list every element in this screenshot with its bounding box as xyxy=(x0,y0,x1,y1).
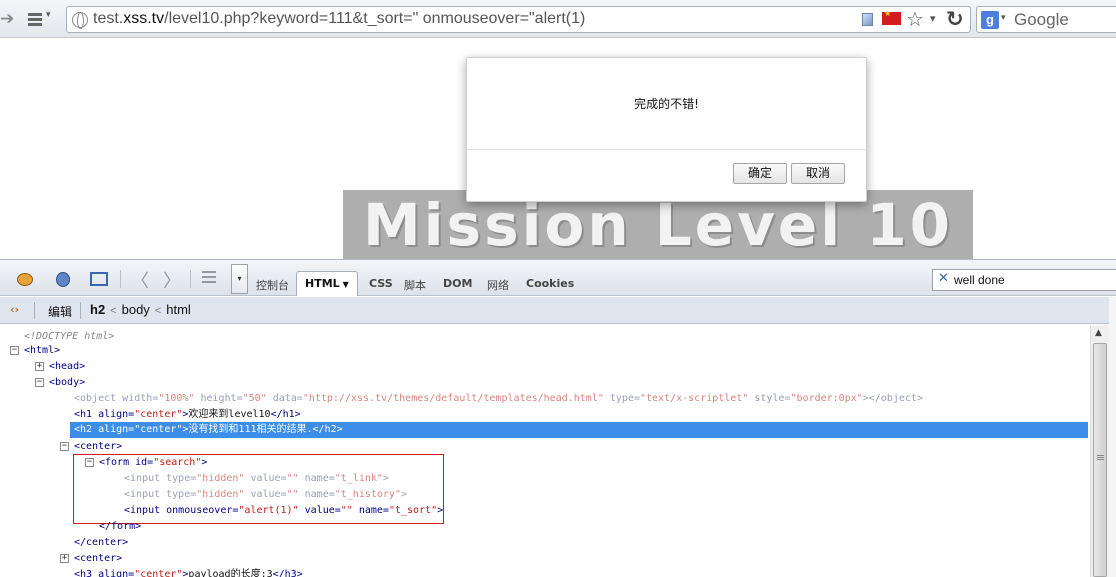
tree-node-center-2[interactable]: <center> xyxy=(74,551,122,567)
firebug-search-input[interactable]: ✕ well done xyxy=(932,269,1116,291)
cancel-button[interactable]: 取消 xyxy=(791,163,845,184)
tab-net[interactable]: 网络 xyxy=(487,277,509,293)
expand-toggle[interactable]: + xyxy=(60,554,69,563)
tree-node-center-close[interactable]: </center> xyxy=(74,535,128,551)
tab-html[interactable]: HTML ▼ xyxy=(296,271,358,296)
apps-button[interactable]: ▾ xyxy=(26,8,58,30)
crumb-html[interactable]: html xyxy=(166,302,191,317)
chevron-down-icon[interactable]: ▾ xyxy=(930,12,936,25)
tree-node-form[interactable]: <form id="search"> xyxy=(99,455,207,471)
tree-node-form-close[interactable]: </form> xyxy=(99,519,141,535)
tab-css[interactable]: CSS xyxy=(369,277,393,290)
url-text[interactable]: test.xss.tv/level10.php?keyword=111&t_so… xyxy=(93,10,585,28)
collapse-toggle[interactable]: − xyxy=(85,458,94,467)
tree-node-h1[interactable]: <h1 align="center">欢迎来到level10</h1> xyxy=(74,407,301,423)
firebug-icon[interactable] xyxy=(14,269,36,289)
grid-icon xyxy=(28,12,42,26)
search-value: well done xyxy=(954,273,1005,287)
extension-cube-icon[interactable] xyxy=(862,13,873,26)
chevron-down-icon: ▼ xyxy=(342,280,349,289)
china-flag-icon[interactable] xyxy=(882,9,901,25)
tab-console[interactable]: 控制台 xyxy=(256,277,289,293)
tab-script[interactable]: 脚本 xyxy=(404,277,426,293)
browser-toolbar: ➔ ▾ test.xss.tv/level10.php?keyword=111&… xyxy=(0,0,1116,38)
tab-cookies[interactable]: Cookies xyxy=(526,277,574,290)
tab-dom[interactable]: DOM xyxy=(443,277,472,290)
grip-icon xyxy=(1097,454,1104,460)
dialog-message: 完成的不错! xyxy=(634,97,699,111)
search-box[interactable]: g ▾ Google xyxy=(976,6,1116,33)
google-icon[interactable]: g xyxy=(981,11,999,29)
tree-node-input-t-sort[interactable]: <input onmouseover="alert(1)" value="" n… xyxy=(124,503,443,519)
chevron-left-icon[interactable]: 〈 xyxy=(131,267,149,293)
expand-toggle[interactable]: + xyxy=(35,362,44,371)
tree-node-html[interactable]: <html> xyxy=(24,343,60,359)
divider xyxy=(80,302,81,319)
tree-node-object[interactable]: <object width="100%" height="50" data="h… xyxy=(74,391,923,407)
html-panel-icon: ‹› xyxy=(10,303,20,316)
tree-node-h2-selected[interactable]: <h2 align="center">没有找到和111相关的结果.</h2> xyxy=(70,422,1088,438)
bookmark-star-icon[interactable]: ☆ xyxy=(906,7,924,31)
divider xyxy=(120,270,121,288)
html-tree: <!DOCTYPE html> − <html> + <head> − <bod… xyxy=(0,325,1090,577)
collapse-toggle[interactable]: − xyxy=(35,378,44,387)
reload-icon[interactable]: ↻ xyxy=(946,7,964,31)
chevron-down-icon: ▾ xyxy=(46,10,51,20)
tree-node-input-t-history[interactable]: <input type="hidden" value="" name="t_hi… xyxy=(124,487,407,503)
address-bar[interactable]: test.xss.tv/level10.php?keyword=111&t_so… xyxy=(66,6,971,33)
inspect-element-icon[interactable] xyxy=(88,269,110,289)
chevron-right-icon[interactable]: 〉 xyxy=(163,267,181,293)
inspect-bug-icon[interactable] xyxy=(52,269,74,289)
breadcrumb-path: h2 < body < html xyxy=(90,302,191,317)
crumb-body[interactable]: body xyxy=(122,302,150,317)
tree-node-h3[interactable]: <h3 align="center">payload的长度:3</h3> xyxy=(74,567,303,577)
crumb-h2[interactable]: h2 xyxy=(90,302,105,317)
scrollbar-thumb[interactable] xyxy=(1093,343,1107,577)
divider xyxy=(190,270,191,288)
collapse-toggle[interactable]: − xyxy=(60,442,69,451)
tree-node-input-t-link[interactable]: <input type="hidden" value="" name="t_li… xyxy=(124,471,389,487)
tab-html-label: HTML xyxy=(305,277,340,290)
scroll-up-arrow-icon[interactable]: ▲ xyxy=(1095,328,1102,338)
edit-button[interactable]: 编辑 xyxy=(48,303,72,320)
panel-menu-button[interactable]: ▾ xyxy=(231,264,248,294)
tree-scrollbar[interactable]: ▲ xyxy=(1090,325,1109,577)
forward-arrow-icon[interactable]: ➔ xyxy=(0,8,16,30)
clear-search-icon[interactable]: ✕ xyxy=(938,271,949,286)
panel-edge xyxy=(1109,297,1116,577)
tree-node-body[interactable]: <body> xyxy=(49,375,85,391)
ok-button[interactable]: 确定 xyxy=(733,163,787,184)
chevron-down-icon[interactable]: ▾ xyxy=(1001,13,1006,23)
divider xyxy=(467,149,866,150)
collapse-toggle[interactable]: − xyxy=(10,346,19,355)
divider xyxy=(34,302,35,319)
firebug-toolbar: 〈 〉 ▾ 控制台 HTML ▼ CSS 脚本 DOM 网络 Cookies ✕ … xyxy=(0,259,1116,296)
list-icon[interactable] xyxy=(202,271,216,283)
search-engine-placeholder: Google xyxy=(1014,10,1069,29)
tree-node-center[interactable]: <center> xyxy=(74,439,122,455)
tree-node-head[interactable]: <head> xyxy=(49,359,85,375)
globe-icon xyxy=(72,12,88,29)
alert-dialog: 完成的不错! 确定 取消 xyxy=(466,57,867,202)
breadcrumb: ‹› 编辑 h2 < body < html xyxy=(0,297,1116,324)
